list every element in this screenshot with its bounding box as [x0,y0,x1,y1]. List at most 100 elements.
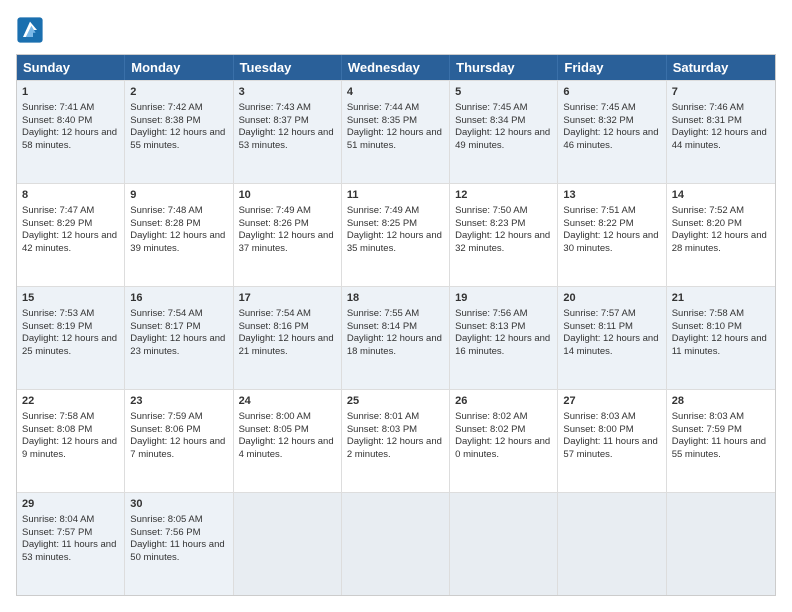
calendar-day-header: Friday [558,55,666,80]
day-number: 7 [672,85,770,100]
sunrise: Sunrise: 7:57 AM [563,308,635,319]
calendar-cell: 11Sunrise: 7:49 AMSunset: 8:25 PMDayligh… [342,184,450,286]
sunset: Sunset: 8:02 PM [455,424,525,435]
sunset: Sunset: 8:40 PM [22,115,92,126]
calendar-day-header: Thursday [450,55,558,80]
calendar-cell: 1Sunrise: 7:41 AMSunset: 8:40 PMDaylight… [17,81,125,183]
calendar-cell: 16Sunrise: 7:54 AMSunset: 8:17 PMDayligh… [125,287,233,389]
calendar-row: 8Sunrise: 7:47 AMSunset: 8:29 PMDaylight… [17,183,775,286]
calendar-cell: 2Sunrise: 7:42 AMSunset: 8:38 PMDaylight… [125,81,233,183]
calendar-cell: 29Sunrise: 8:04 AMSunset: 7:57 PMDayligh… [17,493,125,595]
sunrise: Sunrise: 8:04 AM [22,514,94,525]
day-number: 5 [455,85,552,100]
sunset: Sunset: 8:17 PM [130,321,200,332]
day-number: 15 [22,291,119,306]
calendar-cell: 30Sunrise: 8:05 AMSunset: 7:56 PMDayligh… [125,493,233,595]
sunrise: Sunrise: 8:03 AM [672,411,744,422]
calendar-cell: 27Sunrise: 8:03 AMSunset: 8:00 PMDayligh… [558,390,666,492]
sunrise: Sunrise: 8:01 AM [347,411,419,422]
calendar-body: 1Sunrise: 7:41 AMSunset: 8:40 PMDaylight… [17,80,775,595]
calendar-cell: 23Sunrise: 7:59 AMSunset: 8:06 PMDayligh… [125,390,233,492]
calendar-cell [667,493,775,595]
daylight: Daylight: 12 hours and 23 minutes. [130,333,225,357]
sunset: Sunset: 8:37 PM [239,115,309,126]
day-number: 6 [563,85,660,100]
day-number: 26 [455,394,552,409]
daylight: Daylight: 12 hours and 0 minutes. [455,436,550,460]
sunrise: Sunrise: 7:46 AM [672,102,744,113]
sunset: Sunset: 8:14 PM [347,321,417,332]
calendar-cell: 18Sunrise: 7:55 AMSunset: 8:14 PMDayligh… [342,287,450,389]
calendar-day-header: Tuesday [234,55,342,80]
calendar-cell: 14Sunrise: 7:52 AMSunset: 8:20 PMDayligh… [667,184,775,286]
calendar-cell: 17Sunrise: 7:54 AMSunset: 8:16 PMDayligh… [234,287,342,389]
day-number: 4 [347,85,444,100]
day-number: 16 [130,291,227,306]
sunset: Sunset: 8:32 PM [563,115,633,126]
calendar-day-header: Sunday [17,55,125,80]
sunset: Sunset: 8:25 PM [347,218,417,229]
sunset: Sunset: 8:13 PM [455,321,525,332]
sunrise: Sunrise: 8:02 AM [455,411,527,422]
calendar-cell: 3Sunrise: 7:43 AMSunset: 8:37 PMDaylight… [234,81,342,183]
sunrise: Sunrise: 7:59 AM [130,411,202,422]
sunrise: Sunrise: 7:45 AM [563,102,635,113]
sunset: Sunset: 8:05 PM [239,424,309,435]
daylight: Daylight: 12 hours and 46 minutes. [563,127,658,151]
calendar-cell: 15Sunrise: 7:53 AMSunset: 8:19 PMDayligh… [17,287,125,389]
calendar-cell: 5Sunrise: 7:45 AMSunset: 8:34 PMDaylight… [450,81,558,183]
day-number: 30 [130,497,227,512]
calendar-row: 15Sunrise: 7:53 AMSunset: 8:19 PMDayligh… [17,286,775,389]
sunset: Sunset: 7:57 PM [22,527,92,538]
sunset: Sunset: 8:10 PM [672,321,742,332]
sunrise: Sunrise: 8:03 AM [563,411,635,422]
calendar-cell: 4Sunrise: 7:44 AMSunset: 8:35 PMDaylight… [342,81,450,183]
daylight: Daylight: 12 hours and 18 minutes. [347,333,442,357]
daylight: Daylight: 12 hours and 44 minutes. [672,127,767,151]
page: SundayMondayTuesdayWednesdayThursdayFrid… [0,0,792,612]
daylight: Daylight: 12 hours and 25 minutes. [22,333,117,357]
daylight: Daylight: 12 hours and 37 minutes. [239,230,334,254]
sunrise: Sunrise: 7:49 AM [239,205,311,216]
sunset: Sunset: 8:00 PM [563,424,633,435]
sunrise: Sunrise: 7:51 AM [563,205,635,216]
day-number: 2 [130,85,227,100]
sunrise: Sunrise: 7:43 AM [239,102,311,113]
sunrise: Sunrise: 7:49 AM [347,205,419,216]
day-number: 28 [672,394,770,409]
daylight: Daylight: 12 hours and 32 minutes. [455,230,550,254]
sunset: Sunset: 8:35 PM [347,115,417,126]
daylight: Daylight: 12 hours and 4 minutes. [239,436,334,460]
header [16,16,776,44]
sunrise: Sunrise: 7:48 AM [130,205,202,216]
sunrise: Sunrise: 7:50 AM [455,205,527,216]
sunset: Sunset: 8:31 PM [672,115,742,126]
calendar-cell: 28Sunrise: 8:03 AMSunset: 7:59 PMDayligh… [667,390,775,492]
sunset: Sunset: 8:26 PM [239,218,309,229]
day-number: 23 [130,394,227,409]
sunrise: Sunrise: 7:55 AM [347,308,419,319]
daylight: Daylight: 12 hours and 2 minutes. [347,436,442,460]
daylight: Daylight: 11 hours and 50 minutes. [130,539,224,563]
calendar: SundayMondayTuesdayWednesdayThursdayFrid… [16,54,776,596]
sunset: Sunset: 8:38 PM [130,115,200,126]
calendar-cell: 22Sunrise: 7:58 AMSunset: 8:08 PMDayligh… [17,390,125,492]
sunset: Sunset: 8:20 PM [672,218,742,229]
calendar-cell: 21Sunrise: 7:58 AMSunset: 8:10 PMDayligh… [667,287,775,389]
daylight: Daylight: 12 hours and 7 minutes. [130,436,225,460]
calendar-row: 22Sunrise: 7:58 AMSunset: 8:08 PMDayligh… [17,389,775,492]
sunset: Sunset: 8:23 PM [455,218,525,229]
day-number: 27 [563,394,660,409]
day-number: 24 [239,394,336,409]
day-number: 29 [22,497,119,512]
daylight: Daylight: 12 hours and 55 minutes. [130,127,225,151]
calendar-cell [450,493,558,595]
calendar-cell [342,493,450,595]
logo [16,16,48,44]
calendar-cell [558,493,666,595]
day-number: 14 [672,188,770,203]
daylight: Daylight: 12 hours and 9 minutes. [22,436,117,460]
day-number: 20 [563,291,660,306]
calendar-header: SundayMondayTuesdayWednesdayThursdayFrid… [17,55,775,80]
sunrise: Sunrise: 7:47 AM [22,205,94,216]
